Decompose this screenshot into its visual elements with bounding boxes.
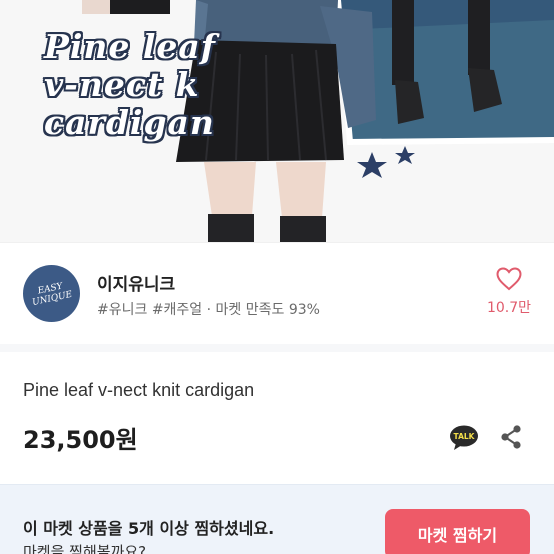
heart-icon [496,267,522,291]
share-button[interactable] [500,424,522,450]
product-title: Pine leaf v-nect knit cardigan [23,380,255,400]
photo-caption-line-1: Pine leaf [44,27,216,66]
product-price: 23,500원 [23,426,138,454]
like-count: 10.7만 [486,300,532,316]
photo-caption-line-2: v-nect k [44,65,200,104]
shop-logo-text: EASY UNIQUE [30,280,74,307]
talk-icon-label: TALK [454,432,476,441]
follow-market-banner: 이 마켓 상품을 5개 이상 찜하셨네요. 마켓을 찜해볼까요? 마켓 찜하기 [0,484,554,554]
shop-avatar[interactable]: EASY UNIQUE [23,265,80,322]
share-icon [501,425,521,449]
product-info: Pine leaf v-nect knit cardigan 23,500원 T… [0,344,554,484]
shop-meta: #유니크 #캐주얼 · 마켓 만족도 93% [97,302,320,318]
banner-sub-message: 마켓을 찜해볼까요? [23,543,147,554]
talk-button[interactable]: TALK [449,425,479,451]
follow-market-button[interactable]: 마켓 찜하기 [385,509,530,554]
photo-caption: Pine leaf v-nect k cardigan [44,28,244,142]
shop-name[interactable]: 이지유니크 [97,270,175,295]
photo-caption-line-3: cardigan [44,103,215,142]
talk-icon: TALK [450,425,478,450]
banner-message: 이 마켓 상품을 5개 이상 찜하셨네요. [23,519,275,538]
like-button[interactable]: 10.7만 [486,267,532,317]
product-photo[interactable]: Pine leaf v-nect k cardigan [0,0,554,242]
seller-row[interactable]: EASY UNIQUE 이지유니크 #유니크 #캐주얼 · 마켓 만족도 93%… [0,242,554,344]
